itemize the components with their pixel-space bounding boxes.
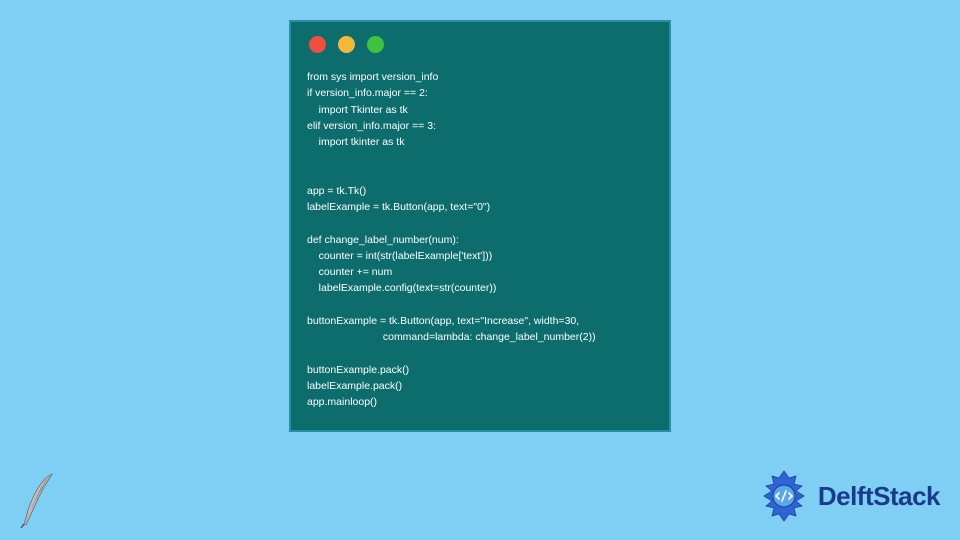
code-line: labelExample.config(text=str(counter))	[307, 282, 496, 294]
code-block: from sys import version_info if version_…	[307, 69, 653, 411]
code-line: import Tkinter as tk	[307, 104, 408, 116]
code-line: labelExample.pack()	[307, 380, 402, 392]
code-line: labelExample = tk.Button(app, text="0")	[307, 201, 490, 213]
code-line: elif version_info.major == 3:	[307, 120, 436, 132]
code-line: counter += num	[307, 266, 392, 278]
maximize-icon[interactable]	[367, 36, 384, 53]
feather-icon	[14, 470, 64, 530]
code-line: def change_label_number(num):	[307, 234, 459, 246]
minimize-icon[interactable]	[338, 36, 355, 53]
code-line: buttonExample = tk.Button(app, text="Inc…	[307, 315, 579, 327]
brand-name: DelftStack	[818, 481, 940, 512]
code-line: buttonExample.pack()	[307, 364, 409, 376]
code-line: import tkinter as tk	[307, 136, 404, 148]
code-line: from sys import version_info	[307, 71, 438, 83]
code-line: app.mainloop()	[307, 396, 377, 408]
code-line: counter = int(str(labelExample['text']))	[307, 250, 492, 262]
code-line: if version_info.major == 2:	[307, 87, 428, 99]
delftstack-logo-icon	[756, 468, 812, 524]
code-line: app = tk.Tk()	[307, 185, 366, 197]
code-window: from sys import version_info if version_…	[289, 20, 671, 432]
code-line: command=lambda: change_label_number(2))	[307, 331, 596, 343]
brand-logo-container: DelftStack	[756, 468, 940, 524]
close-icon[interactable]	[309, 36, 326, 53]
window-controls	[309, 36, 653, 53]
